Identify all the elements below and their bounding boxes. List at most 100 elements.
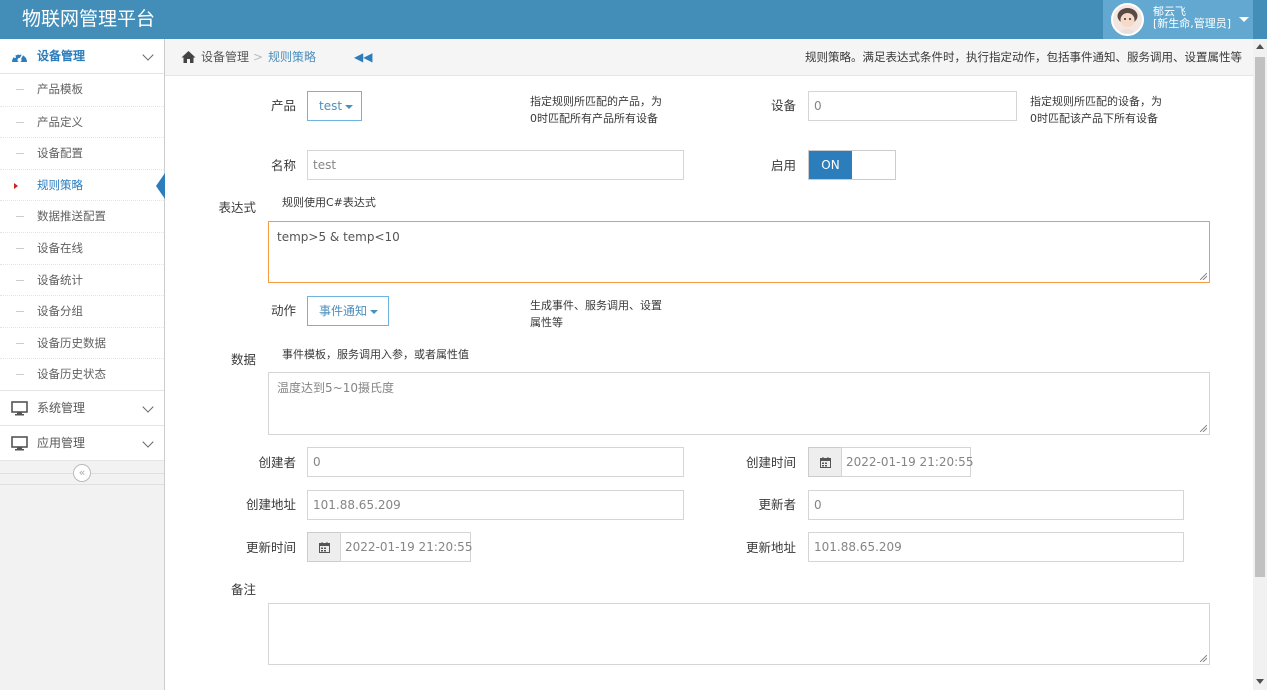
product-dropdown[interactable]: test [307,91,362,121]
sidebar-item-label: 产品定义 [37,114,83,129]
sidebar-item-label: 设备统计 [37,272,83,287]
action-hint-line1: 生成事件、服务调用、设置 [530,299,662,312]
sidebar-item-label: 设备历史状态 [37,367,106,382]
action-dropdown[interactable]: 事件通知 [307,296,389,326]
scroll-down-icon[interactable] [1256,679,1264,684]
product-label: 产品 [270,98,296,113]
create-time-input[interactable]: 2022-01-19 21:20:55 [841,447,973,477]
sidebar-item-product-definition[interactable]: 产品定义 [0,105,164,138]
page-description: 规则策略。满足表达式条件时，执行指定动作，包括事件通知、服务调用、设置属性等 [805,50,1242,64]
enable-toggle[interactable]: ON [808,150,896,180]
sidebar-group-label: 设备管理 [37,49,86,63]
updater-input[interactable]: 0 [808,490,1184,520]
update-time-picker[interactable]: 2022-01-19 21:20:55 [307,532,472,562]
vertical-scrollbar[interactable] [1253,39,1267,690]
resize-handle-icon[interactable] [1200,425,1207,432]
home-icon[interactable] [181,50,196,64]
toggle-on-state: ON [809,151,852,179]
sidebar-item-label: 设备在线 [37,240,83,255]
product-hint-line2: 0时匹配所有产品所有设备 [530,112,658,125]
update-time-input[interactable]: 2022-01-19 21:20:55 [340,532,472,562]
name-label: 名称 [270,158,296,173]
desktop-icon [11,401,28,416]
expression-textarea[interactable]: temp>5 & temp<10 [268,221,1210,283]
sidebar-item-label: 设备分组 [37,304,83,319]
data-value: 温度达到5~10摄氏度 [277,381,394,395]
desktop-icon [11,436,28,451]
name-input[interactable]: test [307,150,684,180]
action-hint: 生成事件、服务调用、设置 属性等 [530,297,662,331]
caret-right-icon [14,182,18,189]
caret-down-icon[interactable] [1239,17,1249,22]
update-ip-label: 更新地址 [745,540,796,555]
device-hint-line2: 0时匹配该产品下所有设备 [1030,112,1158,125]
remark-textarea[interactable] [268,603,1210,665]
user-info: 郁云飞 [新生命,管理员] [1153,6,1231,30]
top-navbar: 物联网管理平台 郁云飞 [新生命,管理员] [0,0,1267,39]
sidebar-item-device-config[interactable]: 设备配置 [0,137,164,169]
sidebar-item-rule-strategy[interactable]: 规则策略 [0,168,165,201]
sidebar-item-device-history-data[interactable]: 设备历史数据 [0,326,164,359]
app-title[interactable]: 物联网管理平台 [22,7,155,31]
sidebar-item-label: 产品模板 [37,82,83,96]
sidebar-group-app-management[interactable]: 应用管理 [0,425,164,461]
creator-input[interactable]: 0 [307,447,684,477]
sidebar-item-label: 设备配置 [37,146,83,161]
sidebar-item-data-push[interactable]: 数据推送配置 [0,200,164,232]
enable-label: 启用 [770,158,796,173]
caret-down-icon [345,104,354,109]
scrollbar-thumb[interactable] [1255,57,1265,577]
calendar-addon[interactable] [808,447,842,477]
calendar-icon [319,542,330,553]
dashboard-icon [12,53,27,62]
breadcrumb-home[interactable]: 设备管理 [201,50,249,65]
expression-value: temp>5 & temp<10 [277,230,400,244]
device-label: 设备 [770,98,796,113]
sidebar-item-device-history-status[interactable]: 设备历史状态 [0,358,164,390]
device-management-submenu: 产品模板 产品定义 设备配置 规则策略 数据推送配置 设备在线 设备统计 设备分… [0,74,165,391]
sidebar-item-label: 数据推送配置 [37,209,106,224]
product-value: test [319,99,343,113]
double-chevron-left-icon[interactable]: « [73,463,91,482]
create-ip-input[interactable]: 101.88.65.209 [307,490,684,520]
product-hint-line1: 指定规则所匹配的产品，为 [530,95,662,108]
chevron-down-icon [142,401,154,413]
device-input[interactable]: 0 [808,91,1017,121]
calendar-addon[interactable] [307,532,341,562]
sidebar-item-label: 规则策略 [37,177,83,192]
sidebar-item-device-stats[interactable]: 设备统计 [0,263,164,296]
updater-label: 更新者 [758,497,796,512]
double-arrow-left-icon[interactable]: ◀◀ [354,50,372,64]
sidebar-item-label: 设备历史数据 [37,335,106,350]
user-role: [新生命,管理员] [1153,17,1232,30]
scroll-up-icon[interactable] [1256,44,1264,49]
sidebar-item-device-online[interactable]: 设备在线 [0,231,164,264]
create-time-picker[interactable]: 2022-01-19 21:20:55 [808,447,973,477]
creator-label: 创建者 [258,455,296,470]
sidebar-group-device-management[interactable]: 设备管理 [0,39,164,74]
create-time-label: 创建时间 [745,455,796,470]
avatar [1111,3,1144,36]
action-label: 动作 [270,303,296,318]
caret-down-icon [370,309,379,314]
product-hint: 指定规则所匹配的产品，为 0时匹配所有产品所有设备 [530,93,662,127]
data-textarea[interactable]: 温度达到5~10摄氏度 [268,372,1210,435]
action-value: 事件通知 [319,304,368,318]
update-ip-input[interactable]: 101.88.65.209 [808,532,1184,562]
data-label: 数据 [230,352,256,367]
expression-label: 表达式 [218,200,256,215]
calendar-icon [820,457,831,468]
resize-handle-icon[interactable] [1200,273,1207,280]
breadcrumb-separator: > [253,50,264,64]
breadcrumb: 设备管理 > 规则策略 ◀◀ 规则策略。满足表达式条件时，执行指定动作，包括事件… [165,39,1253,76]
sidebar-item-device-group[interactable]: 设备分组 [0,295,164,327]
sidebar-item-product-template[interactable]: 产品模板 [0,74,164,106]
chevron-down-icon [142,436,154,448]
sidebar-group-system-management[interactable]: 系统管理 [0,390,164,426]
header-edge [1253,0,1267,39]
sidebar-group-label: 应用管理 [37,435,86,450]
breadcrumb-current[interactable]: 规则策略 [268,50,316,65]
update-time-label: 更新时间 [245,540,296,555]
user-menu[interactable]: 郁云飞 [新生命,管理员] [1103,0,1253,39]
resize-handle-icon[interactable] [1200,655,1207,662]
